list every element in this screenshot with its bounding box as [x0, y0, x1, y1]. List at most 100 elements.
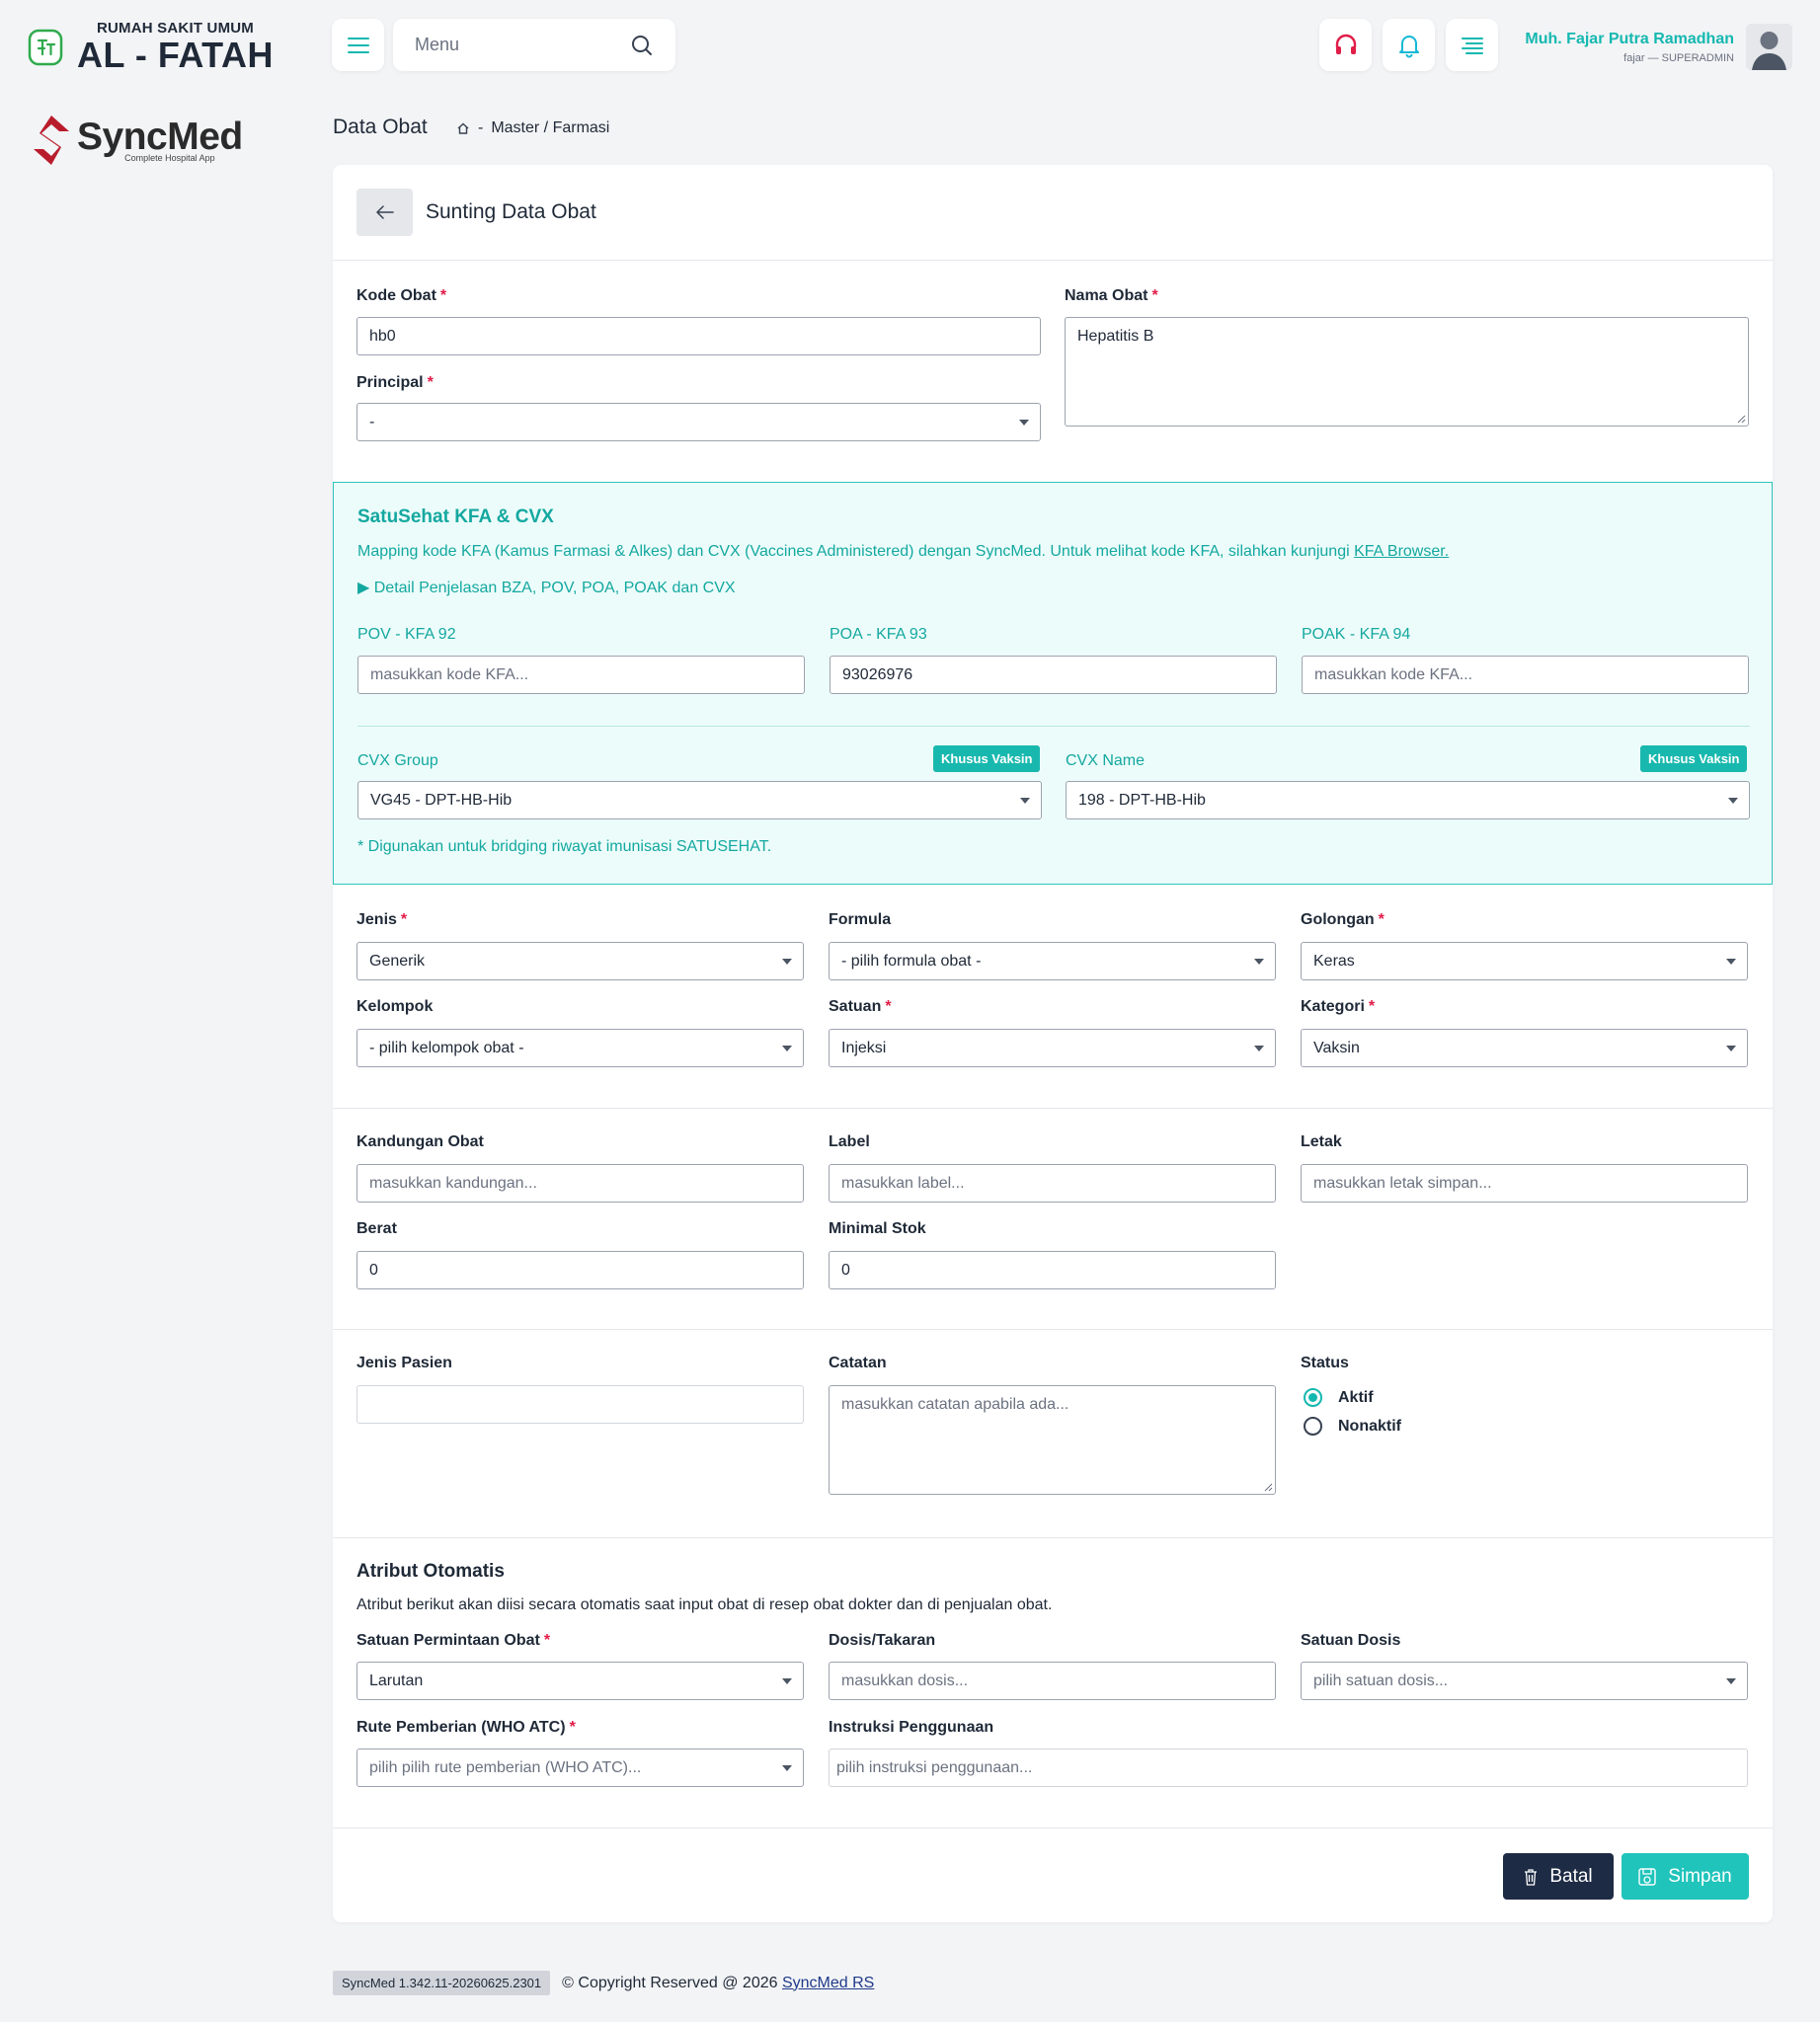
- menu-list-button[interactable]: [1446, 19, 1498, 71]
- resize-handle-icon[interactable]: [1737, 415, 1746, 424]
- chevron-down-icon: [1254, 959, 1264, 965]
- satuan-permintaan-label: Satuan Permintaan Obat *: [356, 1632, 551, 1649]
- support-button[interactable]: [1319, 19, 1372, 71]
- list-icon: [1461, 37, 1483, 54]
- breadcrumb: - Master / Farmasi: [456, 119, 609, 137]
- chevron-down-icon: [782, 1765, 792, 1771]
- satuan-label: Satuan *: [829, 998, 892, 1015]
- rute-select[interactable]: pilih pilih rute pemberian (WHO ATC)...: [356, 1749, 804, 1787]
- section-divider: [333, 1329, 1773, 1330]
- formula-select[interactable]: - pilih formula obat -: [829, 942, 1276, 980]
- footer-link[interactable]: SyncMed RS: [782, 1975, 874, 1991]
- arrow-left-icon: [375, 205, 394, 219]
- kelompok-select[interactable]: - pilih kelompok obat -: [356, 1029, 804, 1067]
- jenis-pasien-input[interactable]: [356, 1385, 804, 1424]
- user-menu[interactable]: Muh. Fajar Putra Ramadhan fajar — SUPERA…: [1525, 24, 1792, 70]
- catatan-textarea[interactable]: masukkan catatan apabila ada...: [829, 1385, 1276, 1495]
- chevron-down-icon: [1020, 798, 1030, 804]
- vaccine-only-badge: Khusus Vaksin: [1640, 745, 1748, 772]
- atribut-description: Atribut berikut akan diisi secara otomat…: [356, 1596, 1053, 1613]
- syncmed-logo: SyncMed Complete Hospital App: [32, 114, 243, 167]
- kfa-browser-link[interactable]: KFA Browser.: [1354, 543, 1449, 560]
- jenis-select[interactable]: Generik: [356, 942, 804, 980]
- card-header: Sunting Data Obat: [333, 165, 1773, 261]
- back-button[interactable]: [356, 189, 413, 236]
- hospital-brand: RUMAH SAKIT UMUM AL - FATAH: [28, 20, 274, 74]
- status-aktif-label: Aktif: [1338, 1388, 1374, 1406]
- menu-search-input[interactable]: [415, 35, 612, 55]
- user-avatar-icon: [1746, 24, 1792, 70]
- section-divider: [333, 1537, 1773, 1538]
- syncmed-name: SyncMed: [77, 116, 243, 158]
- radio-unselected-icon[interactable]: [1304, 1417, 1322, 1436]
- chevron-down-icon: [1726, 1046, 1736, 1051]
- satuan-select[interactable]: Injeksi: [829, 1029, 1276, 1067]
- breadcrumb-separator: -: [478, 119, 484, 136]
- formula-label: Formula: [829, 911, 892, 928]
- jenis-label: Jenis *: [356, 911, 408, 928]
- instruksi-input[interactable]: pilih instruksi penggunaan...: [829, 1749, 1748, 1787]
- resize-handle-icon[interactable]: [1264, 1483, 1273, 1492]
- nama-obat-textarea[interactable]: Hepatitis B: [1065, 317, 1749, 427]
- satusehat-title: SatuSehat KFA & CVX: [357, 506, 554, 527]
- letak-input[interactable]: masukkan letak simpan...: [1301, 1164, 1748, 1203]
- section-divider: [333, 1108, 1773, 1109]
- chevron-down-icon: [1019, 420, 1029, 426]
- poa-input[interactable]: 93026976: [830, 656, 1277, 694]
- syncmed-mark-icon: [34, 116, 69, 165]
- home-icon[interactable]: [456, 121, 470, 135]
- chevron-down-icon: [1254, 1046, 1264, 1051]
- cvx-group-select[interactable]: VG45 - DPT-HB-Hib: [357, 781, 1042, 819]
- search-icon[interactable]: [630, 34, 654, 57]
- status-label: Status: [1301, 1355, 1349, 1371]
- footer: SyncMed 1.342.11-20260625.2301 © Copyrig…: [333, 1971, 874, 1995]
- satuan-dosis-label: Satuan Dosis: [1301, 1632, 1401, 1649]
- golongan-select[interactable]: Keras: [1301, 942, 1748, 980]
- cancel-button[interactable]: Batal: [1503, 1853, 1614, 1900]
- dosis-input[interactable]: masukkan dosis...: [829, 1662, 1276, 1700]
- berat-input[interactable]: 0: [356, 1251, 804, 1289]
- satuan-dosis-select[interactable]: pilih satuan dosis...: [1301, 1662, 1748, 1700]
- hospital-logo-icon: [28, 29, 63, 65]
- notification-button[interactable]: [1383, 19, 1435, 71]
- avatar[interactable]: [1746, 24, 1792, 70]
- poak-input[interactable]: masukkan kode KFA...: [1302, 656, 1749, 694]
- principal-label: Principal *: [356, 374, 434, 391]
- status-nonaktif-option[interactable]: Nonaktif: [1304, 1417, 1401, 1436]
- status-aktif-option[interactable]: Aktif: [1304, 1388, 1374, 1407]
- label-obat-input[interactable]: masukkan label...: [829, 1164, 1276, 1203]
- user-role: fajar — SUPERADMIN: [1623, 51, 1734, 64]
- menu-search-box[interactable]: [393, 19, 675, 71]
- cvx-name-label: CVX Name: [1066, 752, 1146, 769]
- radio-selected-icon[interactable]: [1304, 1388, 1322, 1407]
- sidebar-toggle-button[interactable]: [332, 19, 384, 71]
- hospital-name: AL - FATAH: [77, 35, 274, 75]
- breadcrumb-path[interactable]: Master / Farmasi: [491, 119, 609, 137]
- principal-select[interactable]: -: [356, 403, 1041, 441]
- save-button[interactable]: Simpan: [1622, 1853, 1749, 1900]
- status-nonaktif-label: Nonaktif: [1338, 1417, 1401, 1435]
- user-name: Muh. Fajar Putra Ramadhan: [1525, 30, 1734, 47]
- kategori-select[interactable]: Vaksin: [1301, 1029, 1748, 1067]
- satusehat-panel: SatuSehat KFA & CVX Mapping kode KFA (Ka…: [333, 482, 1773, 885]
- satuan-permintaan-select[interactable]: Larutan: [356, 1662, 804, 1700]
- vaccine-only-badge: Khusus Vaksin: [933, 745, 1041, 772]
- minimal-stok-input[interactable]: 0: [829, 1251, 1276, 1289]
- kode-obat-input[interactable]: hb0: [356, 317, 1041, 355]
- satusehat-divider: [357, 726, 1750, 727]
- headset-icon: [1335, 34, 1356, 54]
- rute-label: Rute Pemberian (WHO ATC) *: [356, 1719, 576, 1736]
- label-obat-label: Label: [829, 1133, 870, 1150]
- kandungan-input[interactable]: masukkan kandungan...: [356, 1164, 804, 1203]
- minimal-stok-label: Minimal Stok: [829, 1220, 926, 1237]
- poak-label: POAK - KFA 94: [1302, 626, 1411, 643]
- poa-label: POA - KFA 93: [830, 626, 927, 643]
- cvx-name-select[interactable]: 198 - DPT-HB-Hib: [1066, 781, 1750, 819]
- kandungan-label: Kandungan Obat: [356, 1133, 484, 1150]
- jenis-pasien-label: Jenis Pasien: [356, 1355, 452, 1371]
- edit-drug-card: Sunting Data Obat Kode Obat * hb0 Princip…: [333, 165, 1773, 1922]
- bell-icon: [1398, 35, 1419, 57]
- detail-toggle[interactable]: ▶ Detail Penjelasan BZA, POV, POA, POAK …: [357, 578, 736, 597]
- berat-label: Berat: [356, 1220, 397, 1237]
- pov-input[interactable]: masukkan kode KFA...: [357, 656, 805, 694]
